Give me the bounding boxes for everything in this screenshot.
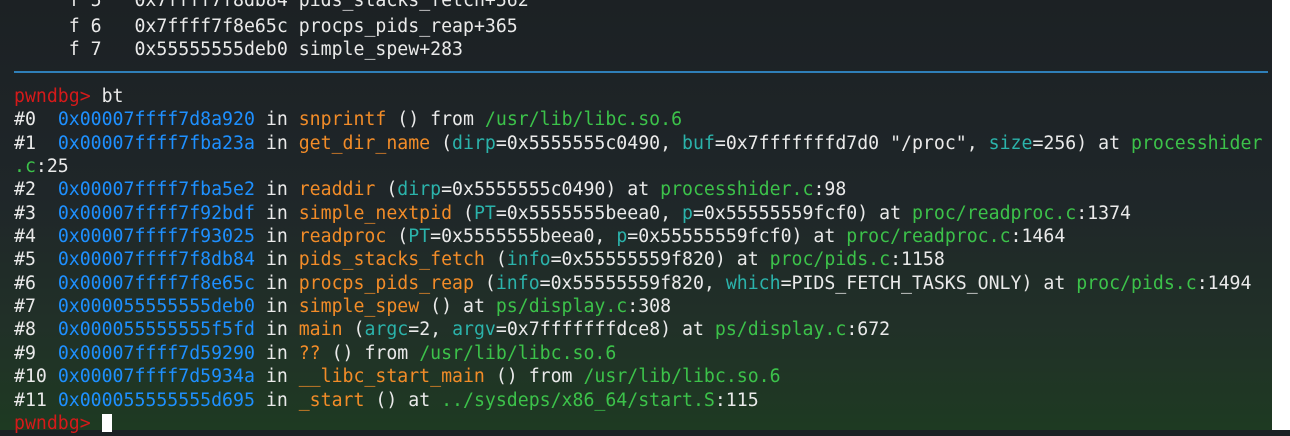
- backtrace-frame: #8 0x000055555555f5fd in main (argc=2, a…: [14, 319, 891, 340]
- backtrace-frame: #0 0x00007ffff7d8a920 in snprintf () fro…: [14, 109, 683, 130]
- prompt: pwndbg>: [14, 86, 91, 107]
- prompt: pwndbg>: [14, 413, 91, 434]
- backtrace-frame: #10 0x00007ffff7d5934a in __libc_start_m…: [14, 366, 781, 387]
- backtrace-frame: #2 0x00007ffff7fba5e2 in readdir (dirp=0…: [14, 179, 847, 200]
- terminal-window[interactable]: f 5 0x7ffff7f8db84 pids_stacks_fetch+562…: [0, 0, 1290, 434]
- backtrace-frame: #3 0x00007ffff7f92bdf in simple_nextpid …: [14, 203, 1131, 224]
- backtrace-frame: #11 0x000055555555d695 in _start () at .…: [14, 390, 759, 411]
- top-frame-line: f 6 0x7ffff7f8e65c procps_pids_reap+365: [57, 16, 518, 37]
- backtrace-frame: #1 0x00007ffff7fba23a in get_dir_name (d…: [14, 133, 1263, 154]
- text-cursor: [101, 414, 112, 432]
- command-text: bt: [101, 86, 124, 107]
- top-frame-line: f 5 0x7ffff7f8db84 pids_stacks_fetch+562: [57, 0, 529, 11]
- backtrace-frame: #6 0x00007ffff7f8e65c in procps_pids_rea…: [14, 273, 1252, 294]
- backtrace-frame: #9 0x00007ffff7d59290 in ?? () from /usr…: [14, 343, 617, 364]
- command-line: pwndbg> bt: [14, 85, 124, 109]
- window-edge: [1272, 0, 1290, 430]
- backtrace-frame: #4 0x00007ffff7f93025 in readproc (PT=0x…: [14, 226, 1066, 247]
- backtrace-frame: #5 0x00007ffff7f8db84 in pids_stacks_fet…: [14, 249, 945, 270]
- backtrace-frame: #7 0x000055555555deb0 in simple_spew () …: [14, 296, 672, 317]
- top-frame-line: f 7 0x55555555deb0 simple_spew+283: [57, 39, 463, 60]
- backtrace-frame-wrap: .c:25: [14, 156, 69, 177]
- section-separator: [14, 71, 1268, 73]
- input-line[interactable]: pwndbg>: [14, 412, 112, 436]
